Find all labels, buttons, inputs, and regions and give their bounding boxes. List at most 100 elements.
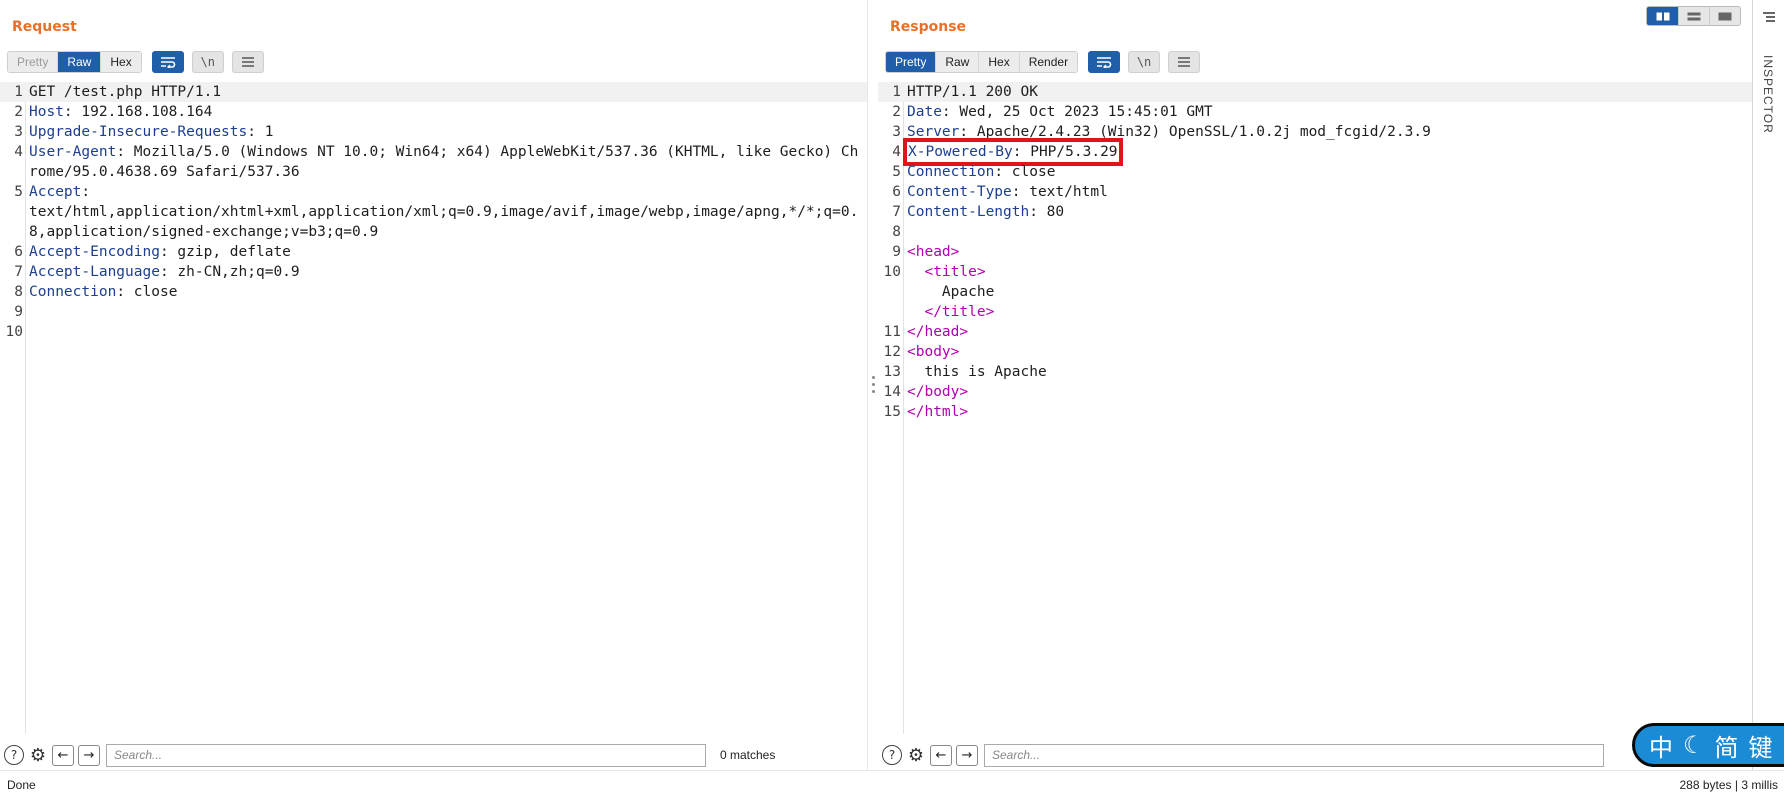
html-tag: </title> (924, 304, 995, 320)
layout-horizontal-button[interactable] (1678, 7, 1709, 25)
response-search-input[interactable] (984, 743, 1604, 767)
tab-raw[interactable]: Raw (936, 52, 980, 72)
tab-pretty[interactable]: Pretty (886, 52, 937, 72)
arrow-left-icon: ← (935, 747, 947, 763)
header-value: : close (994, 164, 1056, 180)
search-prev-button[interactable]: ← (930, 744, 952, 766)
html-text: Apache (941, 284, 995, 300)
code-line: 12 <body> (878, 342, 1752, 362)
word-wrap-button[interactable] (151, 51, 184, 73)
response-code: 1 HTTP/1.1 200 OK 2 Date: Wed, 25 Oct 2023… (878, 82, 1752, 422)
layout-single-button[interactable] (1709, 7, 1740, 25)
line-number: 5 (892, 164, 901, 180)
burp-message-editor: Request Pretty Raw Hex \n 1 GET /test.php… (0, 0, 1784, 797)
header-key: Connection (907, 164, 995, 180)
request-search-input[interactable] (106, 743, 706, 767)
menu-icon (1178, 57, 1191, 67)
request-panel: Request Pretty Raw Hex \n 1 GET /test.php… (0, 0, 868, 770)
request-search-bar: ? ⚙ ← → 0 matches (0, 741, 867, 769)
line-number: 8 (14, 284, 23, 300)
header-value: : Wed, 25 Oct 2023 15:45:01 GMT (941, 104, 1213, 120)
html-tag: <body> (907, 344, 960, 360)
response-editor[interactable]: 1 HTTP/1.1 200 OK 2 Date: Wed, 25 Oct 2023… (878, 82, 1752, 734)
search-next-button[interactable]: → (78, 744, 100, 766)
header-key: Accept-Encoding (29, 244, 160, 260)
status-bar: Done 288 bytes | 3 millis (0, 770, 1784, 797)
header-value: : close (116, 284, 178, 300)
header-value: : 192.168.108.164 (63, 104, 213, 120)
line-number: 7 (14, 264, 23, 280)
ime-status-badge[interactable]: 中 ☾ 简 键 (1632, 723, 1784, 767)
html-tag: </html> (907, 404, 969, 420)
show-newlines-button[interactable]: \n (1128, 51, 1161, 73)
tab-hex[interactable]: Hex (101, 52, 141, 72)
line-number: 13 (883, 364, 901, 380)
gear-icon[interactable]: ⚙ (28, 745, 48, 766)
word-wrap-button[interactable] (1088, 51, 1121, 73)
ime-char: 中 (1649, 733, 1679, 762)
line-number: 14 (883, 384, 901, 400)
tab-pretty[interactable]: Pretty (8, 52, 59, 72)
code-line: 7 Accept-Language: zh-CN,zh;q=0.9 (0, 262, 867, 282)
code-line: 4 User-Agent: Mozilla/5.0 (Windows NT 10.… (0, 142, 867, 182)
line-number: 6 (892, 184, 901, 200)
html-tag: </body> (907, 384, 969, 400)
code-line: 15 </html> (878, 402, 1752, 422)
header-key: Date (907, 104, 942, 120)
search-prev-button[interactable]: ← (52, 744, 74, 766)
html-text: this is Apache (924, 364, 1047, 380)
word-wrap-icon (1097, 57, 1112, 68)
panel-splitter[interactable] (872, 376, 876, 398)
options-menu-button[interactable] (1168, 51, 1201, 73)
line-number: 10 (5, 324, 23, 340)
search-next-button[interactable]: → (956, 744, 978, 766)
line-number: 1 (14, 84, 23, 100)
tab-render[interactable]: Render (1019, 52, 1078, 72)
header-value: : Mozilla/5.0 (Windows NT 10.0; Win64; x… (29, 144, 859, 180)
tab-raw[interactable]: Raw (58, 52, 102, 72)
line-number: 9 (14, 304, 23, 320)
html-tag: </head> (907, 324, 969, 340)
match-count: 0 matches (720, 748, 776, 762)
response-search-bar: ? ⚙ ← → (878, 741, 1752, 769)
line-number: 7 (892, 204, 901, 220)
request-title: Request (12, 19, 77, 35)
line-number: 6 (14, 244, 23, 260)
moon-icon: ☾ (1683, 731, 1711, 759)
help-icon[interactable]: ? (4, 745, 24, 765)
html-tag: <head> (907, 244, 960, 260)
line-number: 12 (883, 344, 901, 360)
code-line: </title> (878, 302, 1752, 322)
gear-icon[interactable]: ⚙ (906, 745, 926, 766)
code-line: Apache (878, 282, 1752, 302)
request-toolbar: Pretty Raw Hex \n (7, 50, 264, 74)
inspector-tab[interactable]: INSPECTOR (1761, 55, 1775, 134)
tab-hex[interactable]: Hex (979, 52, 1020, 72)
show-newlines-button[interactable]: \n (191, 51, 224, 73)
help-icon[interactable]: ? (882, 745, 902, 765)
request-code: 1 GET /test.php HTTP/1.1 2 Host: 192.168.10… (0, 82, 867, 342)
code-line: 6 Accept-Encoding: gzip, deflate (0, 242, 867, 262)
menu-icon (241, 57, 254, 67)
options-menu-button[interactable] (231, 51, 264, 73)
response-view-tabs: Pretty Raw Hex Render (885, 51, 1079, 73)
request-editor[interactable]: 1 GET /test.php HTTP/1.1 2 Host: 192.168.10… (0, 82, 867, 734)
header-key: Upgrade-Insecure-Requests (29, 124, 248, 140)
header-value: : PHP/5.3.29 (1012, 144, 1118, 160)
layout-split-button[interactable] (1647, 7, 1678, 25)
code-line: 9 <head> (878, 242, 1752, 262)
arrow-right-icon: → (961, 747, 973, 763)
line-number: 4 (892, 144, 901, 160)
code-line: 5 Connection: close (878, 162, 1752, 182)
header-value: : zh-CN,zh;q=0.9 (159, 264, 300, 280)
inspector-menu-icon[interactable] (1763, 12, 1775, 26)
header-key: Content-Length (907, 204, 1030, 220)
line-number: 10 (883, 264, 901, 280)
code-line: 7 Content-Length: 80 (878, 202, 1752, 222)
header-key: Content-Type (907, 184, 1012, 200)
header-key: Accept (29, 184, 82, 200)
layout-split-icon (1656, 12, 1669, 20)
code-line: 8 (878, 222, 1752, 242)
response-panel: Response Pretty Raw Hex Render \n 1 HTTP/… (878, 0, 1752, 770)
code-line: 2 Host: 192.168.108.164 (0, 102, 867, 122)
